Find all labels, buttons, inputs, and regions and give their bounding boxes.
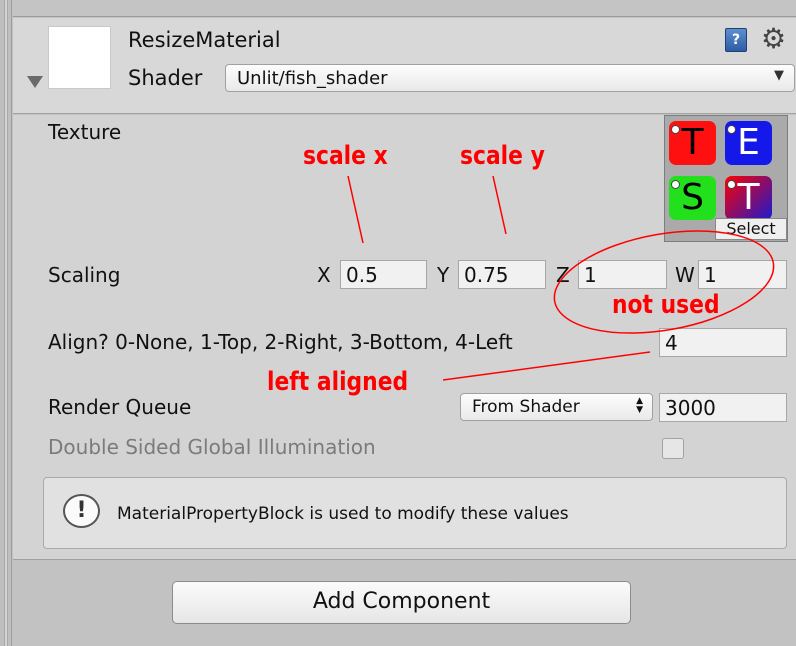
- help-box: ! MaterialPropertyBlock is used to modif…: [43, 477, 787, 549]
- texture-dot: [727, 180, 736, 189]
- annotation-not-used: not used: [612, 290, 720, 320]
- texture-label: Texture: [48, 120, 122, 144]
- texture-select-button[interactable]: Select: [715, 218, 787, 240]
- inspector-left-strip-inner: [4, 0, 8, 646]
- render-queue-mode: From Shader: [472, 397, 580, 417]
- material-name: ResizeMaterial: [128, 28, 281, 52]
- z-axis-label: Z: [556, 263, 570, 287]
- previous-component-band: [13, 0, 796, 17]
- render-queue-dropdown[interactable]: From Shader ▲ ▼: [460, 393, 653, 421]
- inspector-left-strip: [0, 0, 12, 646]
- add-component-button[interactable]: Add Component: [172, 581, 631, 624]
- scaling-y-field[interactable]: 0.75: [458, 260, 546, 289]
- gear-icon[interactable]: ⚙: [761, 22, 786, 55]
- dropdown-caret-icon: ▼: [774, 68, 784, 83]
- w-axis-label: W: [675, 263, 695, 287]
- render-queue-label: Render Queue: [48, 395, 192, 419]
- foldout-arrow-icon[interactable]: [27, 76, 43, 88]
- align-field[interactable]: 4: [659, 328, 787, 357]
- annotation-scale-x: scale x: [303, 141, 388, 171]
- render-queue-field[interactable]: 3000: [659, 393, 787, 422]
- book-help-icon[interactable]: ?: [725, 28, 747, 52]
- material-header: ResizeMaterial Shader Unlit/fish_shader …: [13, 18, 796, 114]
- texture-dot: [671, 125, 680, 134]
- shader-label: Shader: [128, 66, 203, 90]
- texture-dot: [727, 125, 736, 134]
- y-axis-label: Y: [437, 263, 450, 287]
- material-properties-panel: Texture T E S T Select Scaling X 0.5 Y 0…: [13, 115, 796, 560]
- info-exclamation-icon: !: [63, 494, 100, 528]
- annotation-left-aligned: left aligned: [267, 367, 409, 397]
- scaling-label: Scaling: [48, 263, 121, 287]
- double-sided-gi-checkbox[interactable]: [662, 438, 684, 459]
- scaling-w-field[interactable]: 1: [698, 260, 787, 289]
- annotation-scale-y: scale y: [460, 141, 545, 171]
- x-axis-label: X: [317, 263, 331, 287]
- scaling-x-field[interactable]: 0.5: [340, 260, 427, 289]
- updown-arrows-icon: ▲ ▼: [636, 396, 643, 415]
- shader-dropdown[interactable]: Unlit/fish_shader ▼: [225, 64, 795, 92]
- align-label: Align? 0-None, 1-Top, 2-Right, 3-Bottom,…: [48, 330, 513, 354]
- help-message: MaterialPropertyBlock is used to modify …: [117, 504, 569, 524]
- shader-dropdown-value: Unlit/fish_shader: [237, 68, 388, 89]
- material-preview-thumbnail: [48, 26, 111, 89]
- texture-dot: [671, 180, 680, 189]
- double-sided-gi-label: Double Sided Global Illumination: [48, 435, 376, 459]
- scaling-z-field[interactable]: 1: [578, 260, 667, 289]
